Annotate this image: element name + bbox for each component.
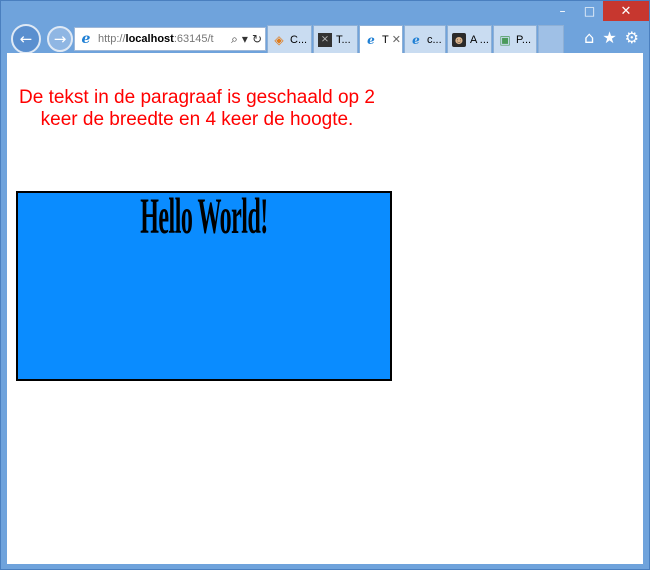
tab-4[interactable]: e c... bbox=[404, 25, 446, 53]
new-tab-button[interactable] bbox=[538, 25, 564, 53]
tab-label: c... bbox=[427, 33, 442, 46]
tab-2[interactable]: ⨯ T... bbox=[313, 25, 358, 53]
tab-6[interactable]: ▣ P... bbox=[493, 25, 537, 53]
tab-label: C... bbox=[290, 33, 308, 46]
chevron-down-icon[interactable]: ▾ bbox=[242, 32, 248, 47]
url-path: :63145/t bbox=[173, 33, 214, 45]
search-icon[interactable]: ⌕ bbox=[231, 32, 238, 47]
refresh-icon[interactable]: ↻ bbox=[252, 32, 262, 47]
ie-icon: e bbox=[367, 32, 375, 47]
address-bar[interactable]: e http://localhost:63145/t ⌕ ▾ ↻ bbox=[74, 27, 266, 51]
url-scheme: http:// bbox=[98, 33, 126, 45]
address-url[interactable]: http://localhost:63145/t bbox=[98, 33, 228, 45]
tab-label: A ... bbox=[470, 33, 489, 46]
ie-icon: e bbox=[412, 32, 420, 47]
arrow-right-icon: → bbox=[53, 30, 67, 48]
tab-label: T bbox=[382, 33, 389, 46]
forward-button[interactable]: → bbox=[47, 26, 73, 52]
package-icon: ▣ bbox=[499, 32, 511, 47]
avatar-icon: ☻ bbox=[452, 32, 466, 47]
browser-window: – □ ✕ ← → e http://localhost:63145/t ⌕ ▾… bbox=[0, 0, 650, 570]
address-actions: ⌕ ▾ ↻ bbox=[228, 32, 265, 47]
tab-1[interactable]: ◈ C... bbox=[267, 25, 312, 53]
tab-label: T... bbox=[336, 33, 351, 46]
tab-label: P... bbox=[516, 33, 532, 46]
tab-strip: ◈ C... ⨯ T... e T ✕ e c... ☻ A ... ▣ P..… bbox=[267, 25, 564, 53]
browser-tools: ⌂ ★ ⚙ bbox=[584, 28, 639, 47]
hello-heading: Hello World! bbox=[140, 191, 268, 246]
close-window-button[interactable]: ✕ bbox=[603, 1, 649, 21]
home-icon[interactable]: ⌂ bbox=[584, 28, 594, 47]
terminal-icon: ⨯ bbox=[318, 32, 332, 47]
tab-3-active[interactable]: e T ✕ bbox=[359, 25, 403, 53]
blue-box: Hello World! bbox=[16, 191, 392, 381]
window-controls: – □ ✕ bbox=[549, 1, 649, 23]
minimize-button[interactable]: – bbox=[549, 1, 576, 21]
tab-5[interactable]: ☻ A ... bbox=[447, 25, 492, 53]
vs-icon: ◈ bbox=[274, 32, 284, 47]
close-tab-icon[interactable]: ✕ bbox=[392, 33, 401, 46]
arrow-left-icon: ← bbox=[19, 30, 33, 48]
back-button[interactable]: ← bbox=[11, 24, 41, 54]
maximize-button[interactable]: □ bbox=[576, 1, 603, 21]
ie-icon: e bbox=[81, 31, 91, 47]
browser-toolbar: ← → e http://localhost:63145/t ⌕ ▾ ↻ ◈ C… bbox=[1, 23, 650, 54]
url-host: localhost bbox=[125, 33, 174, 45]
gear-icon[interactable]: ⚙ bbox=[625, 28, 639, 47]
scaled-paragraph: De tekst in de paragraaf is geschaald op… bbox=[19, 87, 375, 130]
favorites-star-icon[interactable]: ★ bbox=[602, 28, 616, 47]
page-content: De tekst in de paragraaf is geschaald op… bbox=[7, 53, 643, 564]
